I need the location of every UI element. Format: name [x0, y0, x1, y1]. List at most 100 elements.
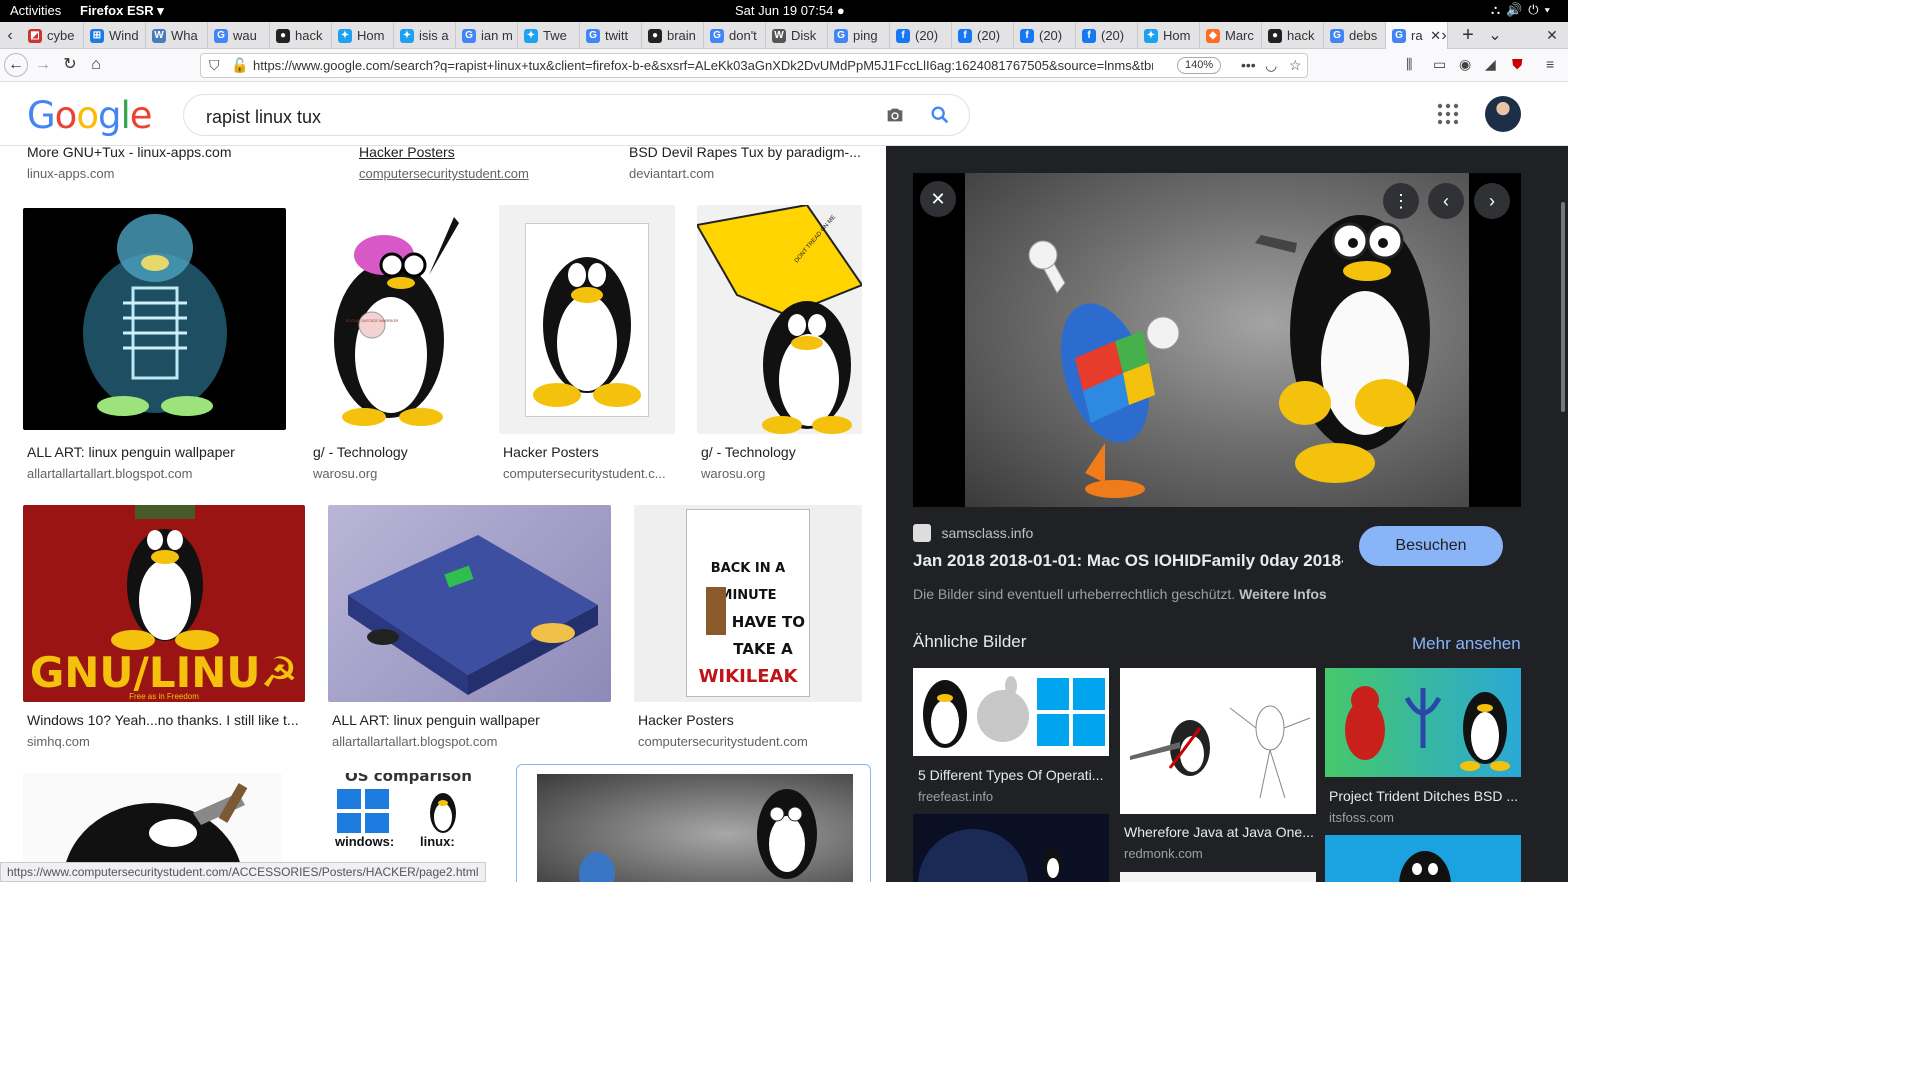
similar-source[interactable]: redmonk.com: [1124, 846, 1203, 861]
similar-thumbnail-os-logos[interactable]: [913, 668, 1109, 756]
preview-image-frame[interactable]: ✕ ⋮ ‹ ›: [913, 173, 1521, 507]
zoom-indicator[interactable]: 140%: [1177, 57, 1222, 74]
tab-list-button[interactable]: ⌄: [1485, 22, 1505, 49]
extension-icon[interactable]: ◢: [1485, 56, 1496, 73]
library-icon[interactable]: ⫼: [1406, 56, 1412, 73]
sidebar-icon[interactable]: ▭: [1433, 56, 1446, 73]
browser-tab[interactable]: ◩ cybe: [22, 22, 84, 49]
browser-tab[interactable]: ◆ Marc: [1200, 22, 1262, 49]
result-source[interactable]: computersecuritystudent.com: [359, 166, 599, 181]
browser-tab[interactable]: ✦ Twe: [518, 22, 580, 49]
close-window-button[interactable]: ✕: [1542, 22, 1562, 49]
result-title[interactable]: Hacker Posters: [503, 444, 673, 460]
browser-tab[interactable]: ● brain: [642, 22, 704, 49]
similar-thumbnail-partial[interactable]: [1120, 872, 1316, 882]
more-info-link[interactable]: Weitere Infos: [1239, 586, 1327, 602]
similar-title[interactable]: Wherefore Java at Java One...: [1124, 824, 1314, 840]
similar-thumbnail-trident[interactable]: [1325, 668, 1521, 777]
result-title[interactable]: g/ - Technology: [313, 444, 483, 460]
result-title[interactable]: Hacker Posters: [359, 146, 599, 160]
activities-button[interactable]: Activities: [10, 3, 61, 18]
similar-source[interactable]: itsfoss.com: [1329, 810, 1394, 825]
app-menu[interactable]: Firefox ESR ▾: [80, 3, 164, 19]
browser-tab[interactable]: W Wha: [146, 22, 208, 49]
result-title[interactable]: BSD Devil Rapes Tux by paradigm-...: [629, 146, 869, 160]
similar-thumbnail-java[interactable]: [1120, 668, 1316, 814]
result-source[interactable]: warosu.org: [701, 466, 866, 481]
pocket-icon[interactable]: ◡: [1265, 54, 1277, 77]
tab-scroll-right-button[interactable]: ›: [1434, 22, 1454, 49]
browser-tab[interactable]: ● hack: [1262, 22, 1324, 49]
browser-tab[interactable]: ● hack: [270, 22, 332, 49]
result-thumbnail-flag-tux[interactable]: DONT TREAD ON ME: [697, 205, 862, 434]
tab-scroll-left-button[interactable]: ‹: [0, 22, 20, 49]
lock-warning-icon[interactable]: 🔓: [231, 54, 248, 77]
result-title[interactable]: ALL ART: linux penguin wallpaper: [27, 444, 286, 460]
similar-thumbnail-earth-night[interactable]: [913, 814, 1109, 882]
result-thumbnail-selected[interactable]: [516, 764, 871, 882]
reload-button[interactable]: ↻: [58, 54, 82, 76]
result-title[interactable]: ALL ART: linux penguin wallpaper: [332, 712, 612, 728]
browser-tab[interactable]: Gping: [828, 22, 890, 49]
result-thumbnail-xray-tux[interactable]: [23, 208, 286, 430]
previous-image-button[interactable]: ‹: [1428, 183, 1464, 219]
result-title[interactable]: More GNU+Tux - linux-apps.com: [27, 146, 327, 160]
avatar[interactable]: [1485, 96, 1521, 132]
result-source[interactable]: computersecuritystudent.c...: [503, 466, 673, 481]
result-source[interactable]: simhq.com: [27, 734, 302, 749]
result-title[interactable]: g/ - Technology: [701, 444, 866, 460]
see-more-link[interactable]: Mehr ansehen: [1412, 634, 1521, 654]
apps-grid-icon[interactable]: [1436, 102, 1460, 131]
system-tray[interactable]: ⛬🔊⏻▾: [1491, 2, 1556, 18]
preview-source[interactable]: samsclass.info: [941, 525, 1033, 541]
result-source[interactable]: computersecuritystudent.com: [638, 734, 863, 749]
result-source[interactable]: allartallartallart.blogspot.com: [27, 466, 286, 481]
next-image-button[interactable]: ›: [1474, 183, 1510, 219]
result-thumbnail-swj-tux[interactable]: SOCIAL JUSTICE WARRIOR: [309, 205, 476, 434]
similar-thumbnail-tux-blue[interactable]: [1325, 835, 1521, 882]
visit-button[interactable]: Besuchen: [1359, 526, 1503, 566]
result-source[interactable]: allartallartallart.blogspot.com: [332, 734, 612, 749]
result-thumbnail-gnu-linux[interactable]: GNU/LINU☭ Free as in Freedom: [23, 505, 305, 702]
ublock-icon[interactable]: ⛊: [1512, 56, 1523, 73]
search-box[interactable]: rapist linux tux: [183, 94, 970, 136]
browser-tab[interactable]: Gtwitt: [580, 22, 642, 49]
shield-icon[interactable]: ⛉: [209, 54, 220, 77]
similar-title[interactable]: Project Trident Ditches BSD ...: [1329, 788, 1519, 804]
hamburger-menu-icon[interactable]: ≡: [1546, 56, 1554, 72]
forward-button[interactable]: →: [31, 54, 55, 76]
clock[interactable]: Sat Jun 19 07:54 ●: [735, 3, 845, 18]
browser-tab[interactable]: f (20): [952, 22, 1014, 49]
similar-source[interactable]: freefeast.info: [918, 789, 993, 804]
browser-tab[interactable]: Gwau: [208, 22, 270, 49]
google-logo[interactable]: Google: [27, 94, 152, 137]
browser-tab[interactable]: ⊞ Wind: [84, 22, 146, 49]
result-source[interactable]: warosu.org: [313, 466, 483, 481]
home-button[interactable]: ⌂: [84, 54, 108, 76]
url-bar[interactable]: ⛉ 🔓 https://www.google.com/search?q=rapi…: [200, 53, 1308, 78]
browser-tab[interactable]: Gdon't: [704, 22, 766, 49]
browser-tab[interactable]: f (20): [1076, 22, 1138, 49]
panel-scrollbar[interactable]: [1548, 146, 1568, 882]
result-thumbnail-crushed-tux[interactable]: [328, 505, 611, 702]
more-options-button[interactable]: ⋮: [1383, 183, 1419, 219]
browser-tab[interactable]: ✦ Hom: [332, 22, 394, 49]
search-input[interactable]: rapist linux tux: [206, 107, 321, 128]
browser-tab[interactable]: f (20): [1014, 22, 1076, 49]
result-title[interactable]: Hacker Posters: [638, 712, 863, 728]
similar-title[interactable]: 5 Different Types Of Operati...: [918, 767, 1108, 783]
result-title[interactable]: Windows 10? Yeah...no thanks. I still li…: [27, 712, 302, 728]
new-tab-button[interactable]: +: [1458, 22, 1478, 49]
url-text[interactable]: https://www.google.com/search?q=rapist+l…: [253, 54, 1153, 77]
result-source[interactable]: deviantart.com: [629, 166, 869, 181]
account-icon[interactable]: ◉: [1459, 56, 1471, 73]
browser-tab[interactable]: ✦ isis a: [394, 22, 456, 49]
result-thumbnail-tux-poster[interactable]: [499, 205, 675, 434]
browser-tab[interactable]: Gian m: [456, 22, 518, 49]
back-button[interactable]: ←: [4, 53, 28, 77]
search-icon[interactable]: [929, 104, 951, 131]
browser-tab[interactable]: ✦ Hom: [1138, 22, 1200, 49]
close-preview-button[interactable]: ✕: [920, 181, 956, 217]
preview-title[interactable]: Jan 2018 2018-01-01: Mac OS IOHIDFamily …: [913, 551, 1343, 571]
browser-tab[interactable]: f (20): [890, 22, 952, 49]
